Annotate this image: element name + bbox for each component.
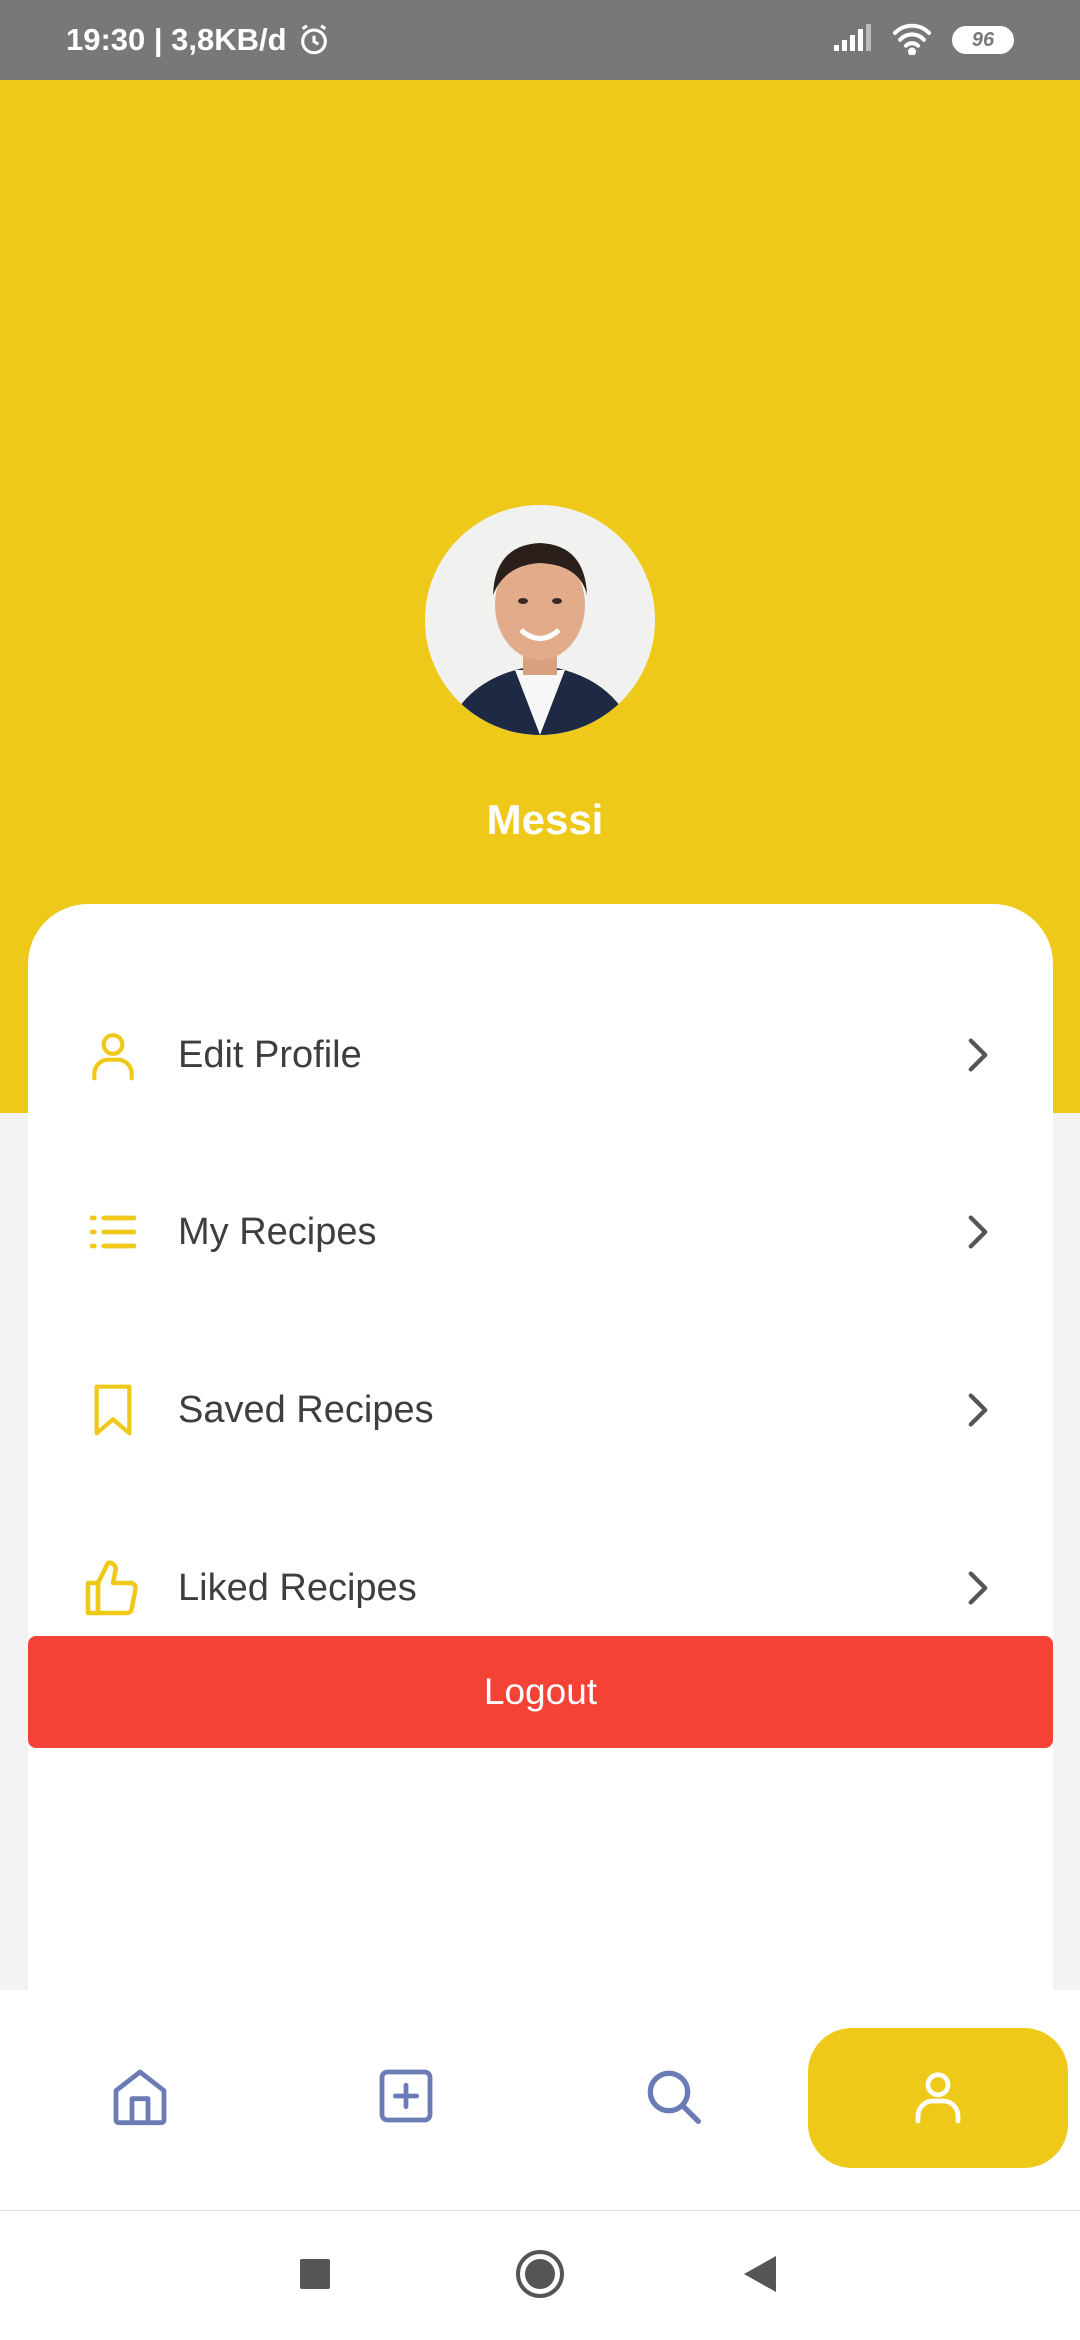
status-time-network: 19:30 | 3,8KB/d [66,22,287,57]
circle-icon [514,2248,566,2305]
back-button[interactable] [725,2241,795,2311]
list-icon [83,1202,143,1262]
nav-home[interactable] [10,2028,270,2168]
system-navigation-bar [0,2211,1080,2340]
nav-add-recipe[interactable] [276,2028,536,2168]
bookmark-icon [83,1380,143,1440]
home-button[interactable] [505,2241,575,2311]
menu-label: Liked Recipes [178,1566,417,1609]
chevron-right-icon [963,1035,993,1075]
avatar[interactable] [425,505,655,735]
menu-label: Saved Recipes [178,1388,434,1431]
thumbs-up-icon [83,1558,143,1618]
bottom-navigation [0,1990,1080,2211]
person-icon [908,2066,968,2131]
profile-menu-card: Edit Profile My Recipes Saved Recipes Li… [28,904,1053,1990]
alarm-icon [297,23,331,57]
chevron-right-icon [963,1568,993,1608]
search-icon [641,2064,705,2133]
chevron-right-icon [963,1212,993,1252]
status-right: 96 [832,0,1014,80]
triangle-back-icon [742,2254,778,2299]
menu-label: Edit Profile [178,1033,362,1076]
menu-item-edit-profile[interactable]: Edit Profile [28,995,1053,1115]
signal-icon [832,23,872,58]
menu-item-saved-recipes[interactable]: Saved Recipes [28,1350,1053,1470]
wifi-icon [890,21,934,60]
home-icon [108,2064,172,2133]
logout-button[interactable]: Logout [28,1636,1053,1748]
square-icon [299,2258,331,2295]
add-square-icon [374,2064,438,2133]
menu-item-liked-recipes[interactable]: Liked Recipes [28,1528,1053,1648]
menu-label: My Recipes [178,1210,377,1253]
profile-name: Messi [486,796,604,843]
status-bar: 19:30 | 3,8KB/d 96 [0,0,1080,80]
nav-search[interactable] [543,2028,803,2168]
battery-indicator: 96 [952,26,1014,54]
chevron-right-icon [963,1390,993,1430]
person-icon [83,1025,143,1085]
nav-profile[interactable] [808,2028,1068,2168]
recents-button[interactable] [280,2241,350,2311]
status-left: 19:30 | 3,8KB/d [66,0,331,80]
menu-item-my-recipes[interactable]: My Recipes [28,1172,1053,1292]
